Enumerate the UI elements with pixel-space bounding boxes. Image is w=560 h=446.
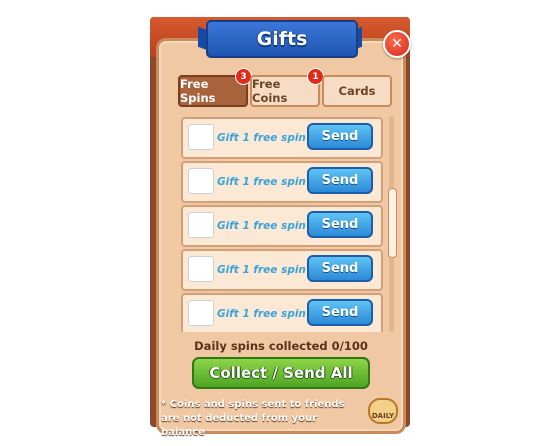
gift-label: Gift 1 free spin bbox=[217, 176, 306, 188]
send-button[interactable]: Send bbox=[307, 211, 373, 238]
list-item: Gift 1 free spin Send bbox=[181, 205, 383, 247]
list-item: Gift 1 free spin Send bbox=[181, 161, 383, 203]
list-item: Gift 1 free spin Send bbox=[181, 293, 383, 332]
friend-checkbox[interactable] bbox=[188, 124, 214, 150]
send-button[interactable]: Send bbox=[307, 123, 373, 150]
scrollbar-thumb[interactable] bbox=[388, 188, 397, 258]
gift-label: Gift 1 free spin bbox=[217, 264, 306, 276]
send-button[interactable]: Send bbox=[307, 255, 373, 282]
tab-label: Cards bbox=[338, 84, 376, 98]
friend-checkbox[interactable] bbox=[188, 256, 214, 282]
send-button[interactable]: Send bbox=[307, 299, 373, 326]
daily-spins-counter: Daily spins collected 0/100 bbox=[194, 339, 368, 353]
list-item: Gift 1 free spin Send bbox=[181, 117, 383, 159]
close-icon: ✕ bbox=[391, 36, 403, 52]
tab-free-spins[interactable]: Free Spins 3 bbox=[178, 68, 252, 107]
gift-label: Gift 1 free spin bbox=[217, 220, 306, 232]
daily-label: DAILY bbox=[371, 412, 395, 420]
close-button[interactable]: ✕ bbox=[383, 30, 411, 58]
daily-bonus-button[interactable]: DAILY bbox=[368, 398, 398, 424]
collect-send-all-button[interactable]: Collect / Send All bbox=[192, 357, 370, 389]
title-ribbon: Gifts bbox=[206, 20, 358, 58]
tab-free-coins[interactable]: Free Coins 1 bbox=[250, 68, 324, 107]
send-button[interactable]: Send bbox=[307, 167, 373, 194]
tab-cards[interactable]: Cards bbox=[322, 75, 392, 107]
balance-note: * Coins and spins sent to friends are no… bbox=[161, 399, 345, 438]
gift-label: Gift 1 free spin bbox=[217, 308, 306, 320]
friend-checkbox[interactable] bbox=[188, 168, 214, 194]
gift-list[interactable]: Gift 1 free spin Send Gift 1 free spin S… bbox=[176, 112, 386, 332]
panel-title: Gifts bbox=[256, 28, 308, 50]
friend-checkbox[interactable] bbox=[188, 300, 214, 326]
gift-label: Gift 1 free spin bbox=[217, 132, 306, 144]
list-item: Gift 1 free spin Send bbox=[181, 249, 383, 291]
friend-checkbox[interactable] bbox=[188, 212, 214, 238]
